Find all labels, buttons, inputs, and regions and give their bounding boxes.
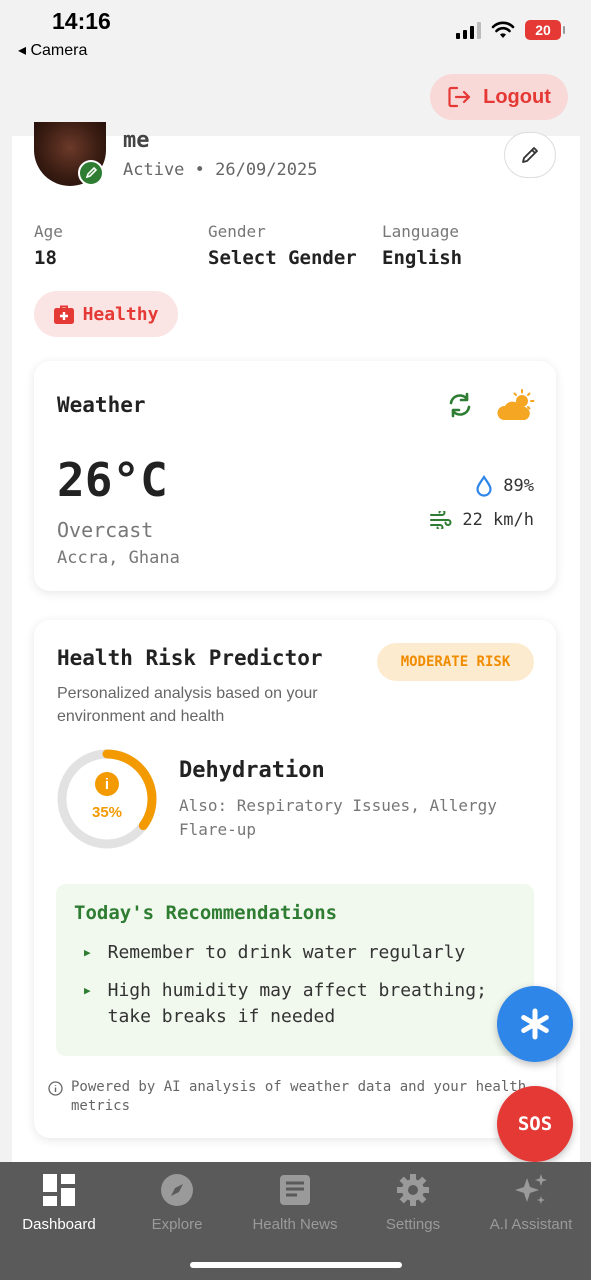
nav-settings[interactable]: Settings xyxy=(354,1172,472,1233)
primary-risk: Dehydration xyxy=(179,758,325,783)
nav-label: Health News xyxy=(252,1216,338,1233)
info-language: Language English xyxy=(382,222,462,269)
nav-label: A.I Assistant xyxy=(489,1216,573,1233)
nav-explore[interactable]: Explore xyxy=(118,1172,236,1233)
ai-assistant-fab[interactable] xyxy=(497,986,573,1062)
info-circle-icon xyxy=(48,1081,63,1096)
weather-condition: Overcast xyxy=(57,518,154,542)
info-label: Gender xyxy=(208,222,266,241)
info-value[interactable]: Select Gender xyxy=(208,247,357,269)
health-status-label: Healthy xyxy=(82,303,159,325)
risk-title: Health Risk Predictor xyxy=(57,646,323,670)
sos-button[interactable]: SOS xyxy=(497,1086,573,1162)
signal-icon xyxy=(456,21,481,39)
humidity-readout: 89% xyxy=(475,475,534,497)
weather-location: Accra, Ghana xyxy=(57,548,180,568)
nav-label: Dashboard xyxy=(22,1216,96,1233)
compass-icon xyxy=(161,1174,193,1206)
info-label: Age xyxy=(34,222,63,241)
news-icon xyxy=(280,1175,310,1205)
nav-label: Settings xyxy=(385,1216,441,1233)
risk-gauge-ring xyxy=(57,749,157,849)
recommendations-title: Today's Recommendations xyxy=(74,902,338,924)
water-drop-icon xyxy=(476,475,492,497)
status-icons: 20 xyxy=(456,20,565,40)
wind-value: 22 km/h xyxy=(462,510,534,530)
list-item: ▶ Remember to drink water regularly xyxy=(84,940,514,966)
wifi-icon xyxy=(491,21,515,38)
info-icon: i xyxy=(95,772,119,796)
recommendation-text: Remember to drink water regularly xyxy=(107,942,466,963)
logout-label: Logout xyxy=(483,85,551,108)
gear-icon xyxy=(397,1174,429,1206)
recommendations-list: ▶ Remember to drink water regularly ▶ Hi… xyxy=(84,940,514,1042)
nav-ai-assistant[interactable]: A.I Assistant xyxy=(472,1172,590,1233)
list-item: ▶ High humidity may affect breathing; ta… xyxy=(84,978,514,1030)
risk-gauge: i 35% xyxy=(56,748,158,850)
wind-readout: 22 km/h xyxy=(430,510,534,530)
home-indicator[interactable] xyxy=(190,1262,402,1268)
medical-kit-icon xyxy=(53,305,74,324)
info-value: English xyxy=(382,247,463,269)
humidity-value: 89% xyxy=(503,476,534,496)
logout-icon xyxy=(448,86,471,108)
dashboard-icon xyxy=(43,1174,75,1206)
cloud-sun-icon xyxy=(497,389,535,420)
edit-profile-button[interactable] xyxy=(504,132,556,178)
risk-percent: 35% xyxy=(91,804,123,821)
battery-indicator: 20 xyxy=(525,20,565,40)
info-gender[interactable]: Gender Select Gender xyxy=(208,222,357,269)
risk-level-badge: MODERATE RISK xyxy=(377,643,534,681)
nav-label: Explore xyxy=(151,1216,203,1233)
info-value: 18 xyxy=(34,247,57,269)
wind-icon xyxy=(430,511,452,529)
caret-right-icon: ▶ xyxy=(84,946,91,959)
pencil-icon xyxy=(522,147,538,163)
weather-card: Weather 26°C Overcast Accra, Ghana 89% 2… xyxy=(34,361,556,591)
nav-dashboard[interactable]: Dashboard xyxy=(0,1172,118,1233)
back-to-camera-link[interactable]: ◂ Camera xyxy=(18,40,87,60)
asterisk-icon xyxy=(521,1008,549,1040)
powered-by-note: Powered by AI analysis of weather data a… xyxy=(48,1078,548,1116)
profile-active-date: Active • 26/09/2025 xyxy=(123,160,318,180)
health-status-badge: Healthy xyxy=(34,291,178,337)
logout-button[interactable]: Logout xyxy=(430,74,568,120)
sparkles-icon xyxy=(515,1174,547,1204)
secondary-risks: Also: Respiratory Issues, Allergy Flare-… xyxy=(179,796,497,839)
nav-health-news[interactable]: Health News xyxy=(236,1172,354,1233)
recommendation-text: High humidity may affect breathing; take… xyxy=(107,980,487,1027)
health-risk-card: Health Risk Predictor MODERATE RISK Pers… xyxy=(34,620,556,1138)
recommendations-box: Today's Recommendations ▶ Remember to dr… xyxy=(56,884,534,1056)
refresh-icon[interactable] xyxy=(446,391,474,419)
weather-title: Weather xyxy=(57,393,146,417)
profile-card: me Active • 26/09/2025 Age 18 Gender Sel… xyxy=(12,122,580,1166)
status-time: 14:16 xyxy=(52,8,111,34)
temperature: 26°C xyxy=(57,453,168,507)
profile-name: me xyxy=(123,128,150,153)
info-label: Language xyxy=(382,222,460,241)
verified-edit-icon xyxy=(78,160,104,186)
risk-subtitle: Personalized analysis based on your envi… xyxy=(57,685,318,725)
powered-by-text: Powered by AI analysis of weather data a… xyxy=(71,1079,527,1114)
caret-right-icon: ▶ xyxy=(84,984,91,997)
info-age: Age 18 xyxy=(34,222,63,269)
